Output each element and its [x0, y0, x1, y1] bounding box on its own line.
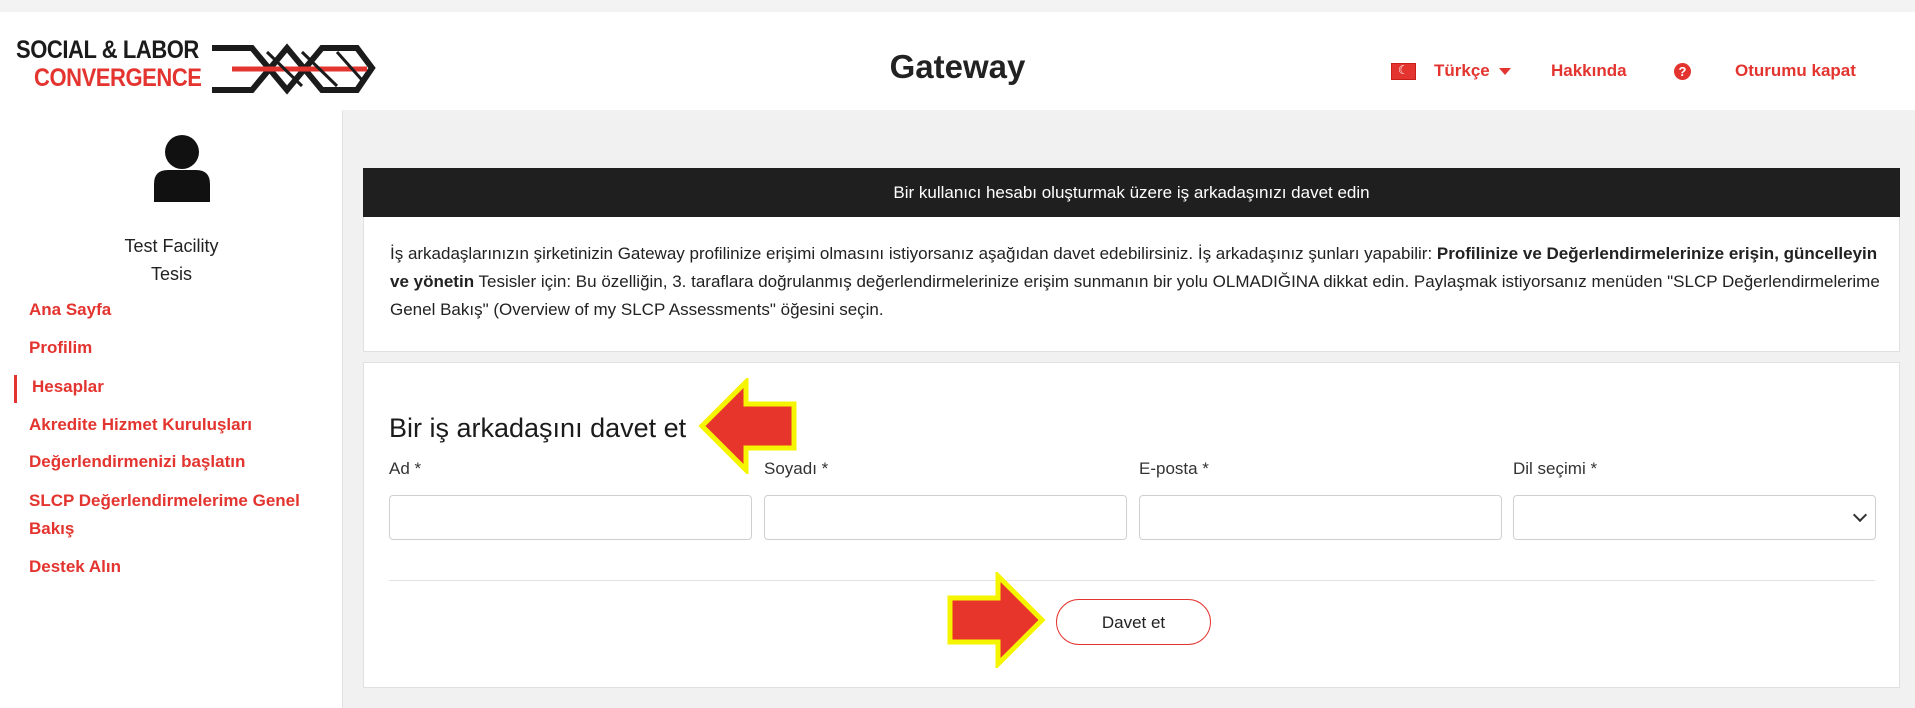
invite-form: Bir iş arkadaşını davet et Ad * Soyadı *…: [363, 362, 1900, 688]
email-field[interactable]: [1139, 495, 1502, 540]
sidebar-item-accredited-bodies[interactable]: Akredite Hizmet Kuruluşları: [29, 411, 252, 439]
annotation-arrow-right-icon: [947, 572, 1046, 668]
language-select-label: Dil seçimi *: [1513, 459, 1598, 478]
last-name-field[interactable]: [764, 495, 1127, 540]
active-indicator: [14, 375, 17, 403]
first-name-label: Ad *: [389, 459, 422, 478]
sidebar-item-profile[interactable]: Profilim: [29, 334, 92, 362]
info-text: İş arkadaşlarınızın şirketinizin Gateway…: [390, 240, 1880, 324]
logout-link[interactable]: Oturumu kapat: [1735, 59, 1856, 83]
about-link[interactable]: Hakkında: [1551, 59, 1627, 83]
caret-down-icon: [1498, 67, 1511, 75]
sidebar-item-home[interactable]: Ana Sayfa: [29, 296, 111, 324]
email-label: E-posta *: [1139, 459, 1209, 478]
language-dropdown[interactable]: Türkçe: [1434, 59, 1511, 83]
form-divider: [389, 580, 1875, 581]
invite-button[interactable]: Davet et: [1056, 599, 1211, 645]
info-text-part1: İş arkadaşlarınızın şirketinizin Gateway…: [390, 244, 1437, 263]
sidebar-item-accounts[interactable]: Hesaplar: [32, 373, 104, 401]
sidebar-item-start-assessment[interactable]: Değerlendirmenizi başlatın: [29, 448, 245, 476]
user-avatar-icon: [154, 135, 210, 202]
user-name: Test Facility: [124, 236, 219, 256]
language-select[interactable]: [1513, 495, 1876, 540]
annotation-arrow-left-icon: [698, 378, 797, 474]
first-name-field[interactable]: [389, 495, 752, 540]
invite-banner: Bir kullanıcı hesabı oluşturmak üzere iş…: [363, 168, 1900, 217]
info-box: İş arkadaşlarınızın şirketinizin Gateway…: [363, 217, 1900, 352]
info-text-part2: Tesisler için: Bu özelliğin, 3. taraflar…: [390, 272, 1880, 319]
sidebar-item-slcp-overview[interactable]: SLCP Değerlendirmelerime Genel: [29, 487, 300, 515]
user-role: Tesis: [150, 264, 192, 284]
help-button[interactable]: ?: [1674, 59, 1691, 83]
top-strip: [0, 0, 1915, 12]
app-header: SOCIAL & LABOR CONVERGENCE Gateway Türkç…: [0, 12, 1915, 110]
question-circle-icon: ?: [1674, 62, 1691, 80]
sidebar-item-support[interactable]: Destek Alın: [29, 553, 121, 581]
app-title: Gateway: [889, 48, 1026, 85]
sidebar-item-slcp-overview-cont[interactable]: Bakış: [29, 515, 74, 543]
form-title: Bir iş arkadaşını davet et: [389, 413, 687, 443]
turkey-flag-icon: [1391, 63, 1416, 80]
language-label: Türkçe: [1434, 61, 1490, 80]
chevron-down-icon: [1852, 507, 1868, 523]
sidebar: Test Facility Tesis Ana Sayfa Profilim H…: [0, 110, 343, 708]
